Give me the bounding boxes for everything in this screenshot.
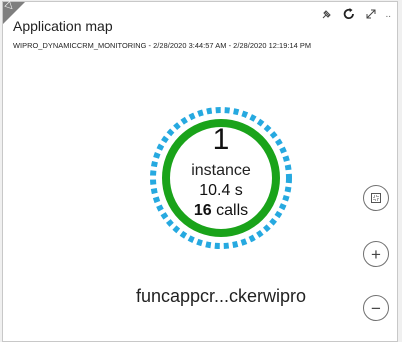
zoom-out-button[interactable]: − <box>363 295 389 321</box>
node-duration: 10.4 s <box>199 182 243 199</box>
zoom-in-button[interactable]: + <box>363 241 389 267</box>
pin-icon[interactable] <box>319 6 335 22</box>
tile-title[interactable]: Application map <box>13 18 113 34</box>
more-options-button[interactable]: .. <box>385 9 391 20</box>
tile-subtitle: WIPRO_DYNAMICCRM_MONITORING - 2/28/2020 … <box>13 41 312 50</box>
node-calls: 16 calls <box>145 203 297 219</box>
app-map-node[interactable]: 1 instance 10.4 s 16 calls <box>145 81 297 275</box>
fit-to-screen-button[interactable] <box>363 185 389 211</box>
refresh-icon[interactable] <box>341 6 357 22</box>
tile-toolbar: .. <box>319 6 391 22</box>
node-name[interactable]: funcappcr...ckerwipro <box>111 286 331 307</box>
node-instance-count: 1 <box>212 123 230 156</box>
expand-icon[interactable] <box>363 6 379 22</box>
node-calls-count: 16 <box>193 202 212 219</box>
application-map-tile: ▽ Application map WIPRO_DYNAMICCRM_MONIT… <box>2 0 398 342</box>
node-calls-label: calls <box>211 202 249 219</box>
node-instance-label: instance <box>191 162 251 179</box>
fit-to-screen-icon <box>371 193 381 203</box>
